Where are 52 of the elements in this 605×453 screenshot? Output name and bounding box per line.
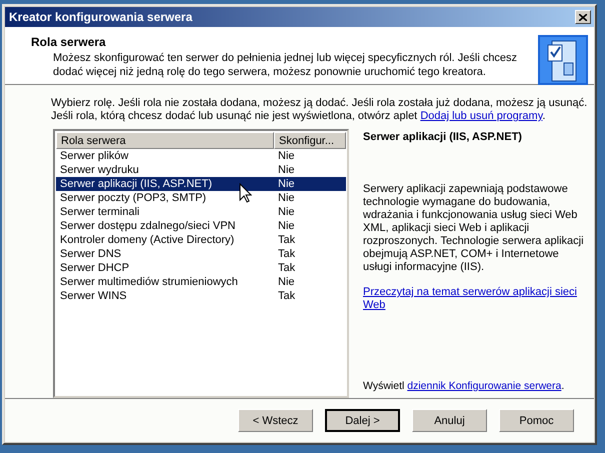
role-name: Serwer DHCP — [60, 262, 130, 274]
wizard-button[interactable]: Dalej > — [325, 409, 400, 432]
role-row[interactable]: Serwer multimediów strumieniowych Nie — [56, 275, 346, 289]
wizard-button[interactable]: Anuluj — [412, 409, 487, 432]
role-name: Serwer WINS — [60, 290, 127, 302]
role-name: Serwer terminali — [60, 206, 140, 218]
role-description: Serwery aplikacji zapewniają podstawowe technologie wymagane do budowania, wdrażania i funkcjonowania usług sieci Web XML, aplikacji sieci Web i aplikacji rozproszonych. Technologie serwera aplikacji obejmują ASP.NET, COM+ i Internetowe usługi informacyjne (IIS). — [363, 183, 585, 274]
role-row[interactable]: Kontroler domeny (Active Directory) Tak — [56, 233, 346, 247]
configured-status: Tak — [278, 290, 296, 302]
configured-status: Nie — [278, 220, 295, 232]
read-more-link[interactable]: Przeczytaj na temat serwerów aplikacji sieci Web — [363, 286, 588, 312]
log-link[interactable]: dziennik Konfigurowanie serwera — [407, 380, 562, 392]
role-row[interactable]: Serwer WINS Tak — [56, 289, 346, 303]
role-row[interactable]: Serwer plików Nie — [56, 149, 346, 163]
configured-status: Tak — [278, 234, 296, 246]
role-name: Serwer dostępu zdalnego/sieci VPN — [60, 220, 236, 232]
role-row[interactable]: Serwer wydruku Nie — [56, 163, 346, 177]
configured-status: Nie — [278, 192, 295, 204]
wizard-button[interactable]: Pomoc — [499, 409, 574, 432]
pointer-cursor-icon — [239, 183, 252, 203]
add-remove-programs-link[interactable]: Dodaj lub usuń programy — [420, 110, 542, 122]
role-row[interactable]: Serwer poczty (POP3, SMTP) Nie — [56, 191, 346, 205]
role-name: Serwer DNS — [60, 248, 122, 260]
close-button[interactable] — [575, 10, 591, 24]
role-name: Kontroler domeny (Active Directory) — [60, 234, 234, 246]
role-row[interactable]: Serwer DHCP Tak — [56, 261, 346, 275]
window-title: Kreator konfigurowania serwera — [9, 10, 192, 24]
column-header[interactable]: Rola serwera — [56, 132, 274, 149]
configured-status: Tak — [278, 248, 296, 260]
role-name: Serwer plików — [60, 150, 128, 162]
instruction-text: Wybierz rolę. Jeśli rola nie została dodana, możesz ją dodać. Jeśli rola została już dodana, możesz ją usunąć. Jeśli rola, którą chcesz dodać lub usunąć nie jest wyświetlona, otwórz aplet Dodaj lub usuń programy. — [50, 96, 588, 123]
log-text: Wyświetl dziennik Konfigurowanie serwera. — [363, 380, 566, 392]
role-row[interactable]: Serwer DNS Tak — [56, 247, 346, 261]
role-title: Serwer aplikacji (IIS, ASP.NET) — [363, 131, 523, 143]
page-description: Możesz skonfigurować ten serwer do pełnienia jednej lub więcej specyficznych ról. Jeśli chcesz dodać więcej niż jedną rolę do tego serwera, możesz ponownie uruchomić tego kreatora. — [53, 51, 518, 79]
role-row[interactable]: Serwer dostępu zdalnego/sieci VPN Nie — [56, 219, 346, 233]
column-header[interactable]: Skonfigur... — [274, 132, 346, 149]
configured-status: Nie — [278, 206, 295, 218]
role-row[interactable]: Serwer terminali Nie — [56, 205, 346, 219]
configured-status: Nie — [278, 150, 295, 162]
wizard-button[interactable]: < Wstecz — [238, 409, 313, 432]
configured-status: Tak — [278, 262, 296, 274]
configured-status: Nie — [278, 178, 295, 190]
configured-status: Nie — [278, 164, 295, 176]
role-name: Serwer poczty (POP3, SMTP) — [60, 192, 206, 204]
close-icon — [579, 14, 587, 20]
role-row[interactable]: Serwer aplikacji (IIS, ASP.NET) Nie — [56, 177, 346, 191]
role-name: Serwer wydruku — [60, 164, 139, 176]
configured-status: Nie — [278, 276, 295, 288]
role-name: Serwer aplikacji (IIS, ASP.NET) — [60, 178, 212, 190]
role-name: Serwer multimediów strumieniowych — [60, 276, 238, 288]
page-title: Rola serwera — [31, 35, 107, 49]
